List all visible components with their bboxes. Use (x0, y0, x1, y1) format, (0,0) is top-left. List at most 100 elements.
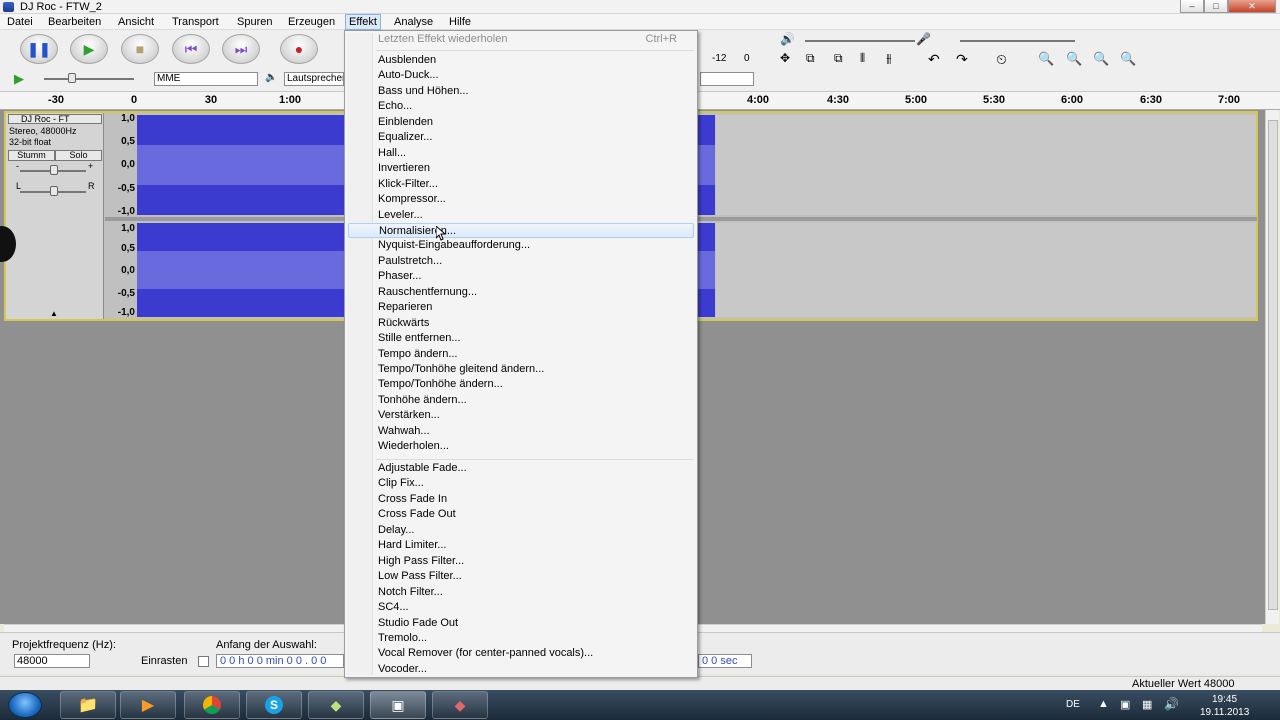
menu-item-effect[interactable]: Tempo ändern... (378, 347, 694, 362)
skip-start-button[interactable]: ⏮ (172, 34, 210, 64)
input-volume-slider[interactable] (960, 40, 1075, 42)
menu-item-effect[interactable]: Ausblenden (378, 53, 694, 68)
stop-button[interactable]: ■ (121, 34, 159, 64)
taskbar-media-player[interactable]: ▶ (120, 691, 176, 719)
fit-project-icon[interactable]: 🔍 (1120, 51, 1136, 67)
menu-item-effect[interactable]: Auto-Duck... (378, 68, 694, 83)
speed-slider-thumb[interactable] (68, 73, 76, 83)
scroll-thumb[interactable] (1268, 120, 1278, 610)
menu-item-effect[interactable]: Tonhöhe ändern... (378, 393, 694, 408)
taskbar-app[interactable]: ◆ (308, 691, 364, 719)
menu-item-effect[interactable]: Vocal Remover (for center-panned vocals)… (378, 646, 694, 661)
menu-item-effect[interactable]: Studio Fade Out (378, 616, 694, 631)
menu-item-effect[interactable]: Equalizer... (378, 130, 694, 145)
menu-item-effect[interactable]: Bass und Höhen... (378, 84, 694, 99)
menu-item-effect[interactable]: Hall... (378, 146, 694, 161)
menu-item-effect[interactable]: SC4... (378, 600, 694, 615)
menu-ansicht[interactable]: Ansicht (115, 15, 157, 29)
selection-start-field[interactable]: 0 0 h 0 0 min 0 0 . 0 0 (216, 654, 344, 668)
tray-arrow-icon[interactable]: ▲ (1098, 698, 1109, 710)
clock-time[interactable]: 19:45 (1212, 694, 1237, 705)
menu-item-effect[interactable]: Tempo/Tonhöhe gleitend ändern... (378, 362, 694, 377)
menu-item-effect[interactable]: Einblenden (378, 115, 694, 130)
menu-item-effect[interactable]: Nyquist-Eingabeaufforderung... (378, 238, 694, 253)
maximize-button[interactable]: □ (1204, 0, 1228, 13)
tray-app-icon[interactable]: ▣ (1120, 698, 1130, 711)
menu-item-effect[interactable]: Reparieren (378, 300, 694, 315)
menu-item-effect[interactable]: Cross Fade In (378, 492, 694, 507)
mute-button[interactable]: Stumm (8, 150, 55, 161)
solo-button[interactable]: Solo (55, 150, 102, 161)
menu-item-effect[interactable]: Echo... (378, 99, 694, 114)
trim-icon[interactable]: ⫴ (860, 51, 865, 66)
pause-button[interactable]: ❚❚ (20, 34, 58, 64)
record-button[interactable]: ● (280, 34, 318, 64)
menu-spuren[interactable]: Spuren (234, 15, 275, 29)
redo-icon[interactable]: ↷ (956, 51, 968, 68)
menu-item-effect[interactable]: Normalisieren... (348, 222, 694, 238)
track-name-button[interactable]: DJ Roc - FT (8, 114, 102, 124)
play-button[interactable]: ▶ (70, 34, 108, 64)
menu-analyse[interactable]: Analyse (391, 15, 436, 29)
menu-item-effect[interactable]: Tempo/Tonhöhe ändern... (378, 377, 694, 392)
taskbar-audacity[interactable]: ▣ (370, 691, 426, 719)
output-select[interactable]: Lautsprecher (284, 72, 344, 86)
taskbar-chrome[interactable] (184, 691, 240, 719)
menu-item-effect[interactable]: Adjustable Fade... (378, 461, 694, 476)
menu-item-effect[interactable]: Wahwah... (378, 424, 694, 439)
menu-item-effect[interactable]: Rauschentfernung... (378, 285, 694, 300)
cursor-tool-icon[interactable]: ✥ (780, 51, 790, 65)
menu-item-effect[interactable]: Cross Fade Out (378, 507, 694, 522)
menu-item-effect[interactable]: Klick-Filter... (378, 177, 694, 192)
menu-item-effect[interactable]: Wiederholen... (378, 439, 694, 454)
menu-effekt[interactable]: Effekt (345, 14, 381, 30)
close-button[interactable]: ✕ (1228, 0, 1276, 13)
menu-transport[interactable]: Transport (169, 15, 222, 29)
vertical-scrollbar[interactable] (1265, 110, 1279, 624)
menu-item-effect[interactable]: Kompressor... (378, 192, 694, 207)
menu-item-effect[interactable]: Phaser... (378, 269, 694, 284)
menu-item-effect[interactable]: Notch Filter... (378, 585, 694, 600)
start-button[interactable] (8, 692, 42, 718)
menu-hilfe[interactable]: Hilfe (446, 15, 474, 29)
copy-icon[interactable]: ⧉ (834, 51, 843, 66)
taskbar-app-2[interactable]: ◆ (432, 691, 488, 719)
menu-item-effect[interactable]: Vocoder... (378, 662, 694, 677)
speed-slider[interactable] (44, 78, 134, 80)
menu-erzeugen[interactable]: Erzeugen (285, 15, 338, 29)
menu-item-effect[interactable]: Tremolo... (378, 631, 694, 646)
menu-item-effect[interactable]: Paulstretch... (378, 254, 694, 269)
fit-selection-icon[interactable]: 🔍 (1093, 51, 1109, 67)
volume-tray-icon[interactable]: 🔊 (1164, 697, 1179, 711)
silence-icon[interactable]: ⫵ (886, 51, 892, 66)
language-indicator[interactable]: DE (1066, 699, 1080, 710)
menu-bearbeiten[interactable]: Bearbeiten (45, 15, 104, 29)
taskbar-skype[interactable]: S (246, 691, 302, 719)
menu-item-effect[interactable]: Hard Limiter... (378, 538, 694, 553)
menu-item-effect[interactable]: Stille entfernen... (378, 331, 694, 346)
sync-lock-icon[interactable]: ⏲ (996, 51, 1007, 68)
menu-item-effect[interactable]: Delay... (378, 523, 694, 538)
selection-end-field[interactable]: 0 0 sec (698, 654, 752, 668)
network-icon[interactable]: ▦ (1142, 698, 1152, 711)
menu-item-repeat-last-effect[interactable]: Letzten Effekt wiederholen Ctrl+R (378, 32, 694, 47)
gain-slider-thumb[interactable] (50, 165, 58, 175)
track-empty-region[interactable] (716, 223, 1256, 317)
track-empty-region[interactable] (716, 115, 1256, 215)
project-rate-select[interactable]: 48000 (14, 654, 90, 668)
menu-item-effect[interactable]: Low Pass Filter... (378, 569, 694, 584)
skip-end-button[interactable]: ⏭ (222, 34, 260, 64)
output-select-arrow[interactable] (700, 72, 754, 86)
collapse-track-icon[interactable]: ▲ (50, 309, 58, 318)
play-at-speed-icon[interactable]: ▶ (14, 71, 24, 87)
cut-icon[interactable]: ⧉ (806, 51, 815, 66)
zoom-in-icon[interactable]: 🔍 (1038, 51, 1054, 67)
menu-item-effect[interactable]: Verstärken... (378, 408, 694, 423)
minimize-button[interactable]: – (1180, 0, 1204, 13)
output-volume-slider[interactable] (805, 40, 915, 42)
menu-item-effect[interactable]: Clip Fix... (378, 476, 694, 491)
taskbar-explorer[interactable]: 📁 (60, 691, 116, 719)
menu-item-effect[interactable]: High Pass Filter... (378, 554, 694, 569)
zoom-out-icon[interactable]: 🔍 (1066, 51, 1082, 67)
undo-icon[interactable]: ↶ (928, 51, 940, 68)
